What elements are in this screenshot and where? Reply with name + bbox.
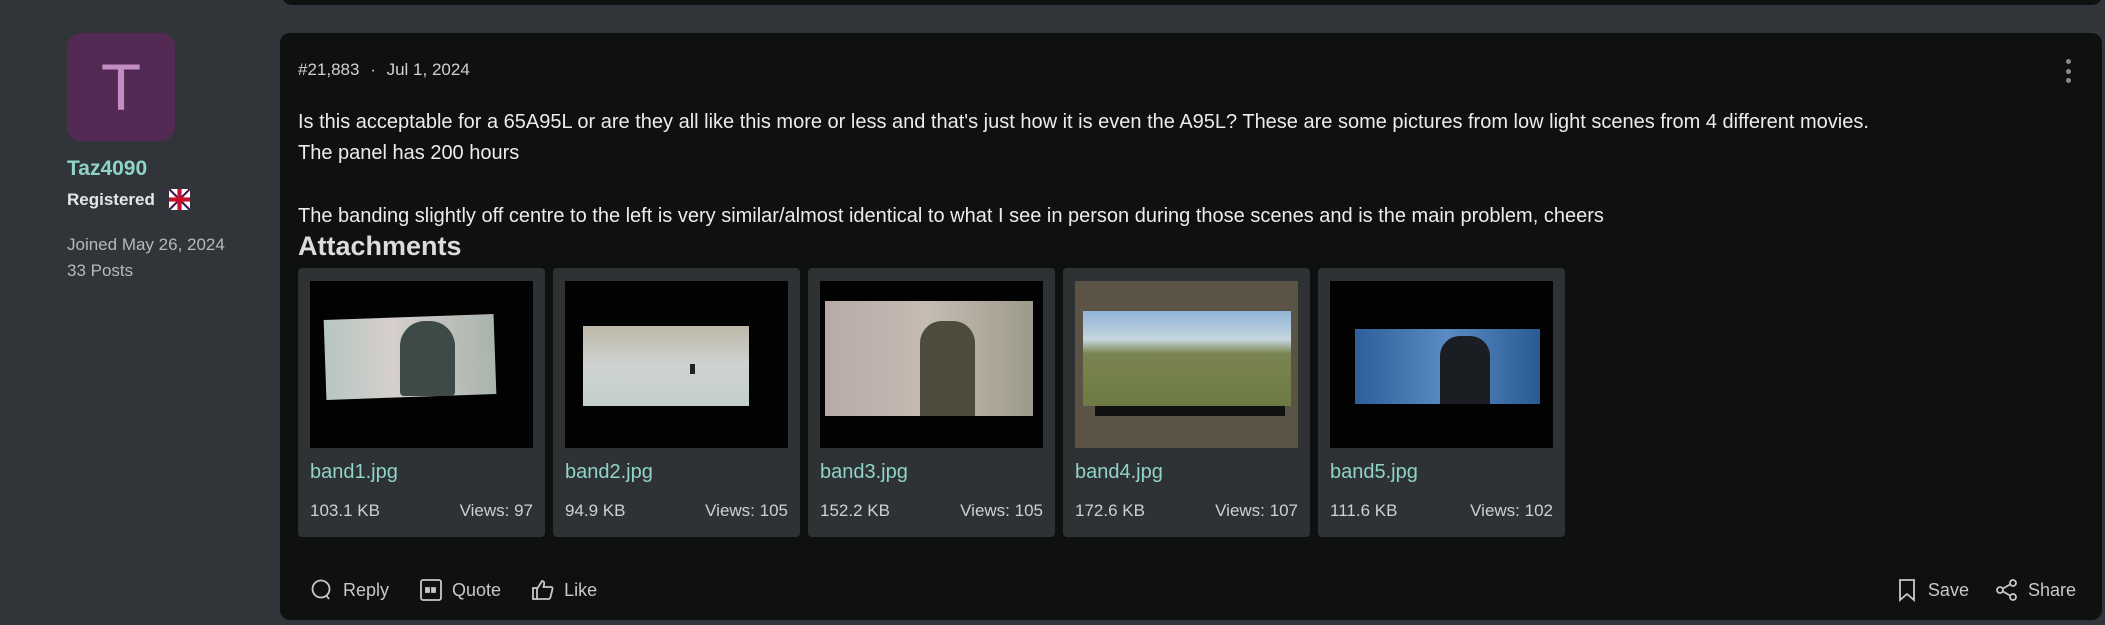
share-icon	[1996, 579, 2017, 601]
avatar[interactable]: T	[67, 33, 175, 141]
post-text-line: The panel has 200 hours	[298, 142, 520, 164]
joined-date: Joined May 26, 2024	[67, 235, 225, 254]
attachment-band1[interactable]: band1.jpg 103.1 KB Views: 97	[298, 268, 545, 537]
attachment-filename[interactable]: band3.jpg	[820, 461, 908, 484]
post-number-link[interactable]: #21,883	[298, 60, 359, 79]
attachment-views: Views: 107	[1215, 501, 1298, 520]
attachment-filename[interactable]: band4.jpg	[1075, 461, 1163, 484]
quote-icon	[420, 579, 442, 601]
user-role: Registered	[67, 189, 267, 210]
attachment-filename[interactable]: band1.jpg	[310, 461, 398, 484]
avatar-letter: T	[100, 50, 142, 124]
attachment-band4[interactable]: band4.jpg 172.6 KB Views: 107	[1063, 268, 1310, 537]
previous-post-card	[282, 0, 2102, 5]
share-label: Share	[2027, 579, 2076, 600]
quote-button[interactable]: Quote	[419, 578, 501, 602]
quote-label: Quote	[452, 579, 502, 600]
save-label: Save	[1927, 579, 1969, 600]
attachments-heading: Attachments	[298, 231, 462, 261]
attachment-size: 111.6 KB	[1330, 501, 1398, 520]
attachment-filename[interactable]: band5.jpg	[1330, 461, 1418, 484]
share-button[interactable]: Share	[1995, 578, 2076, 602]
meta-separator: ·	[370, 60, 376, 79]
reply-label: Reply	[343, 579, 390, 600]
post-text-line: The banding slightly off centre to the l…	[298, 205, 1604, 227]
bookmark-icon	[1899, 579, 1915, 602]
post-text-line: Is this acceptable for a 65A95L or are t…	[298, 111, 1869, 133]
role-label: Registered	[67, 189, 155, 209]
attachment-views: Views: 105	[960, 501, 1043, 520]
attachment-size: 103.1 KB	[310, 501, 380, 520]
attachment-size: 152.2 KB	[820, 501, 890, 520]
username[interactable]: Taz4090	[67, 157, 267, 181]
attachment-thumbnail[interactable]	[310, 281, 533, 448]
uk-flag-icon	[168, 189, 190, 210]
thumbs-up-icon	[532, 580, 554, 600]
post-body: Is this acceptable for a 65A95L or are t…	[298, 107, 2078, 232]
attachment-views: Views: 97	[459, 501, 533, 520]
reply-icon	[311, 579, 331, 600]
attachment-band2[interactable]: band2.jpg 94.9 KB Views: 105	[553, 268, 800, 537]
attachment-thumbnail[interactable]	[565, 281, 788, 448]
save-button[interactable]: Save	[1895, 578, 1969, 602]
attachment-size: 94.9 KB	[565, 501, 626, 520]
post-count: 33 Posts	[67, 261, 134, 280]
post-meta: #21,883 · Jul 1, 2024	[298, 60, 470, 80]
attachment-size: 172.6 KB	[1075, 501, 1145, 520]
attachment-views: Views: 105	[705, 501, 788, 520]
attachment-views: Views: 102	[1470, 501, 1553, 520]
attachment-thumbnail[interactable]	[820, 281, 1043, 448]
user-info: T Taz4090 Registered Joined May 26, 2024…	[67, 33, 267, 284]
post-actions-secondary: Save Share	[1895, 578, 2076, 602]
like-button[interactable]: Like	[531, 578, 597, 602]
user-joined: Joined May 26, 2024 33 Posts	[67, 232, 267, 284]
like-label: Like	[564, 579, 598, 600]
more-options-icon[interactable]	[2064, 59, 2072, 83]
post-actions: Reply Quote Like	[310, 578, 597, 602]
post-card: #21,883 · Jul 1, 2024 Is this acceptable…	[280, 33, 2102, 620]
attachment-thumbnail[interactable]	[1075, 281, 1298, 448]
attachment-band5[interactable]: band5.jpg 111.6 KB Views: 102	[1318, 268, 1565, 537]
reply-button[interactable]: Reply	[310, 578, 389, 602]
attachment-filename[interactable]: band2.jpg	[565, 461, 653, 484]
attachment-thumbnail[interactable]	[1330, 281, 1553, 448]
attachments-list: band1.jpg 103.1 KB Views: 97 band2.jpg 9…	[298, 268, 1565, 537]
attachment-band3[interactable]: band3.jpg 152.2 KB Views: 105	[808, 268, 1055, 537]
post-date[interactable]: Jul 1, 2024	[387, 60, 470, 79]
